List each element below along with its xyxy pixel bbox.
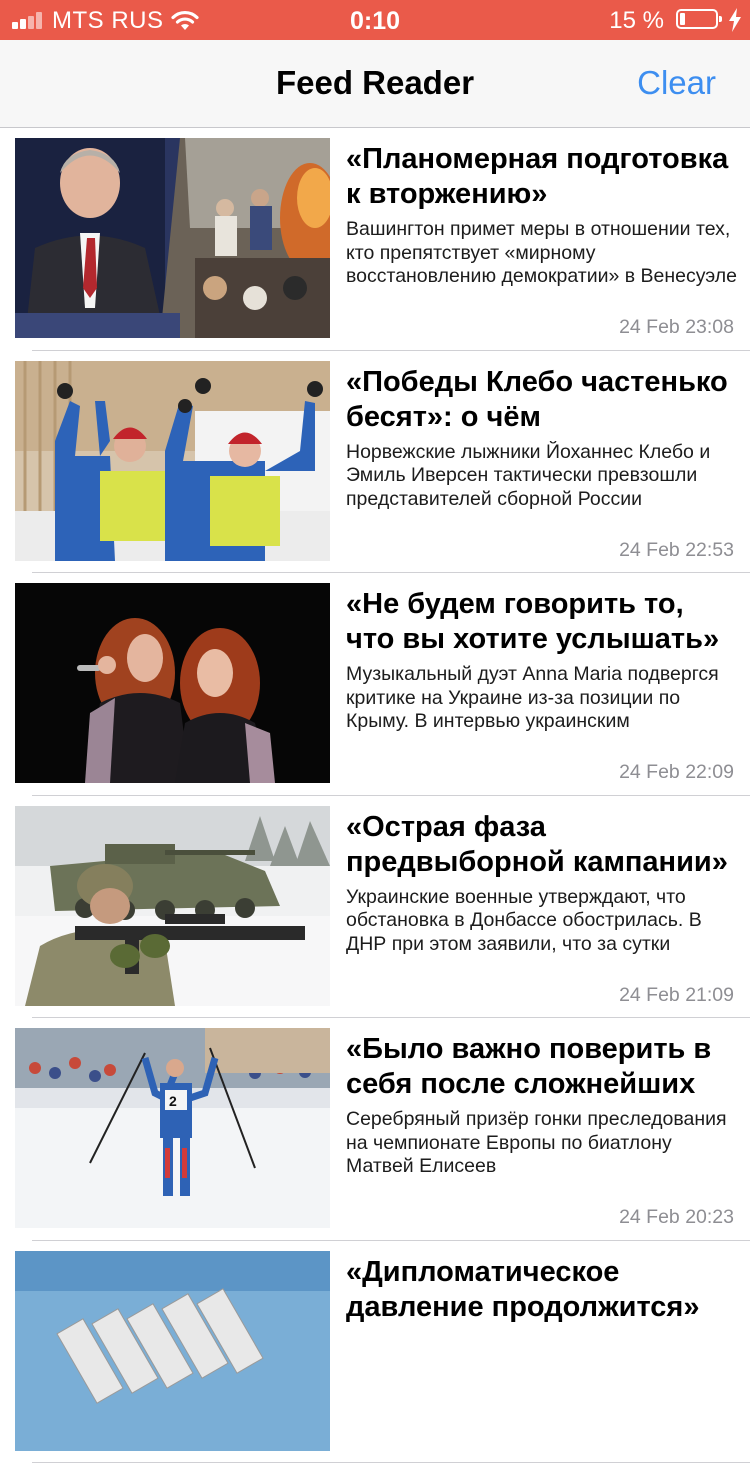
article-date: 24 Feb 22:53 [619, 539, 734, 562]
article-date: 24 Feb 23:08 [619, 316, 734, 339]
article-title: «Острая фаза предвыборной кампании» [346, 810, 736, 880]
feed-item[interactable]: 2 «Было важно поверить в себя после слож… [0, 1018, 750, 1241]
skiers-celebrating-photo [15, 361, 330, 561]
article-title: «Победы Клебо частенько бесят»: о чём [346, 365, 736, 435]
battery-percentage: 15 % [609, 7, 664, 35]
feed-item[interactable]: «Не будем говорить то, что вы хотите усл… [0, 573, 750, 796]
article-thumbnail [15, 361, 330, 561]
charging-bolt-icon [728, 8, 742, 32]
politician-and-protest-photo [15, 138, 330, 338]
feed-item[interactable]: «Острая фаза предвыборной кампании» Укра… [0, 796, 750, 1019]
article-date: 24 Feb 20:23 [619, 1206, 734, 1229]
singers-on-stage-photo [15, 583, 330, 783]
article-title: «Планомерная подготовка к вторжению» [346, 142, 736, 212]
feed-list: «Планомерная подготовка к вторжению» Ваш… [0, 128, 750, 1463]
article-thumbnail [15, 1251, 330, 1451]
article-summary: Музыкальный дуэт Anna Maria подвергся кр… [346, 663, 738, 734]
article-date: 24 Feb 21:09 [619, 984, 734, 1007]
article-summary: Вашингтон примет меры в отношении тех, к… [346, 218, 738, 289]
feed-item[interactable]: «Дипломатическое давление продолжится» [0, 1241, 750, 1463]
status-bar: MTS RUS 0:10 15 % [0, 0, 750, 40]
article-summary: Серебряный призёр гонки преследования на… [346, 1108, 738, 1179]
clear-button[interactable]: Clear [637, 64, 716, 102]
article-thumbnail: 2 [15, 1028, 330, 1228]
soldier-and-tank-photo [15, 806, 330, 1006]
battery-icon [676, 9, 718, 29]
article-title: «Было важно поверить в себя после сложне… [346, 1032, 736, 1102]
article-title: «Не будем говорить то, что вы хотите усл… [346, 587, 736, 657]
feed-item[interactable]: «Победы Клебо частенько бесят»: о чём Но… [0, 351, 750, 574]
article-thumbnail [15, 806, 330, 1006]
feed-item[interactable]: «Планомерная подготовка к вторжению» Ваш… [0, 128, 750, 351]
article-thumbnail [15, 583, 330, 783]
article-summary: Норвежские лыжники Йоханнес Клебо и Эмил… [346, 441, 738, 512]
article-summary: Украинские военные утверждают, что обста… [346, 886, 738, 957]
missile-launcher-photo [15, 1251, 330, 1451]
svg-text:2: 2 [169, 1093, 177, 1109]
navigation-bar: Feed Reader Clear [0, 40, 750, 128]
article-thumbnail [15, 138, 330, 338]
article-title: «Дипломатическое давление продолжится» [346, 1255, 736, 1325]
article-date: 24 Feb 22:09 [619, 761, 734, 784]
biathlete-finish-photo: 2 [15, 1028, 330, 1228]
